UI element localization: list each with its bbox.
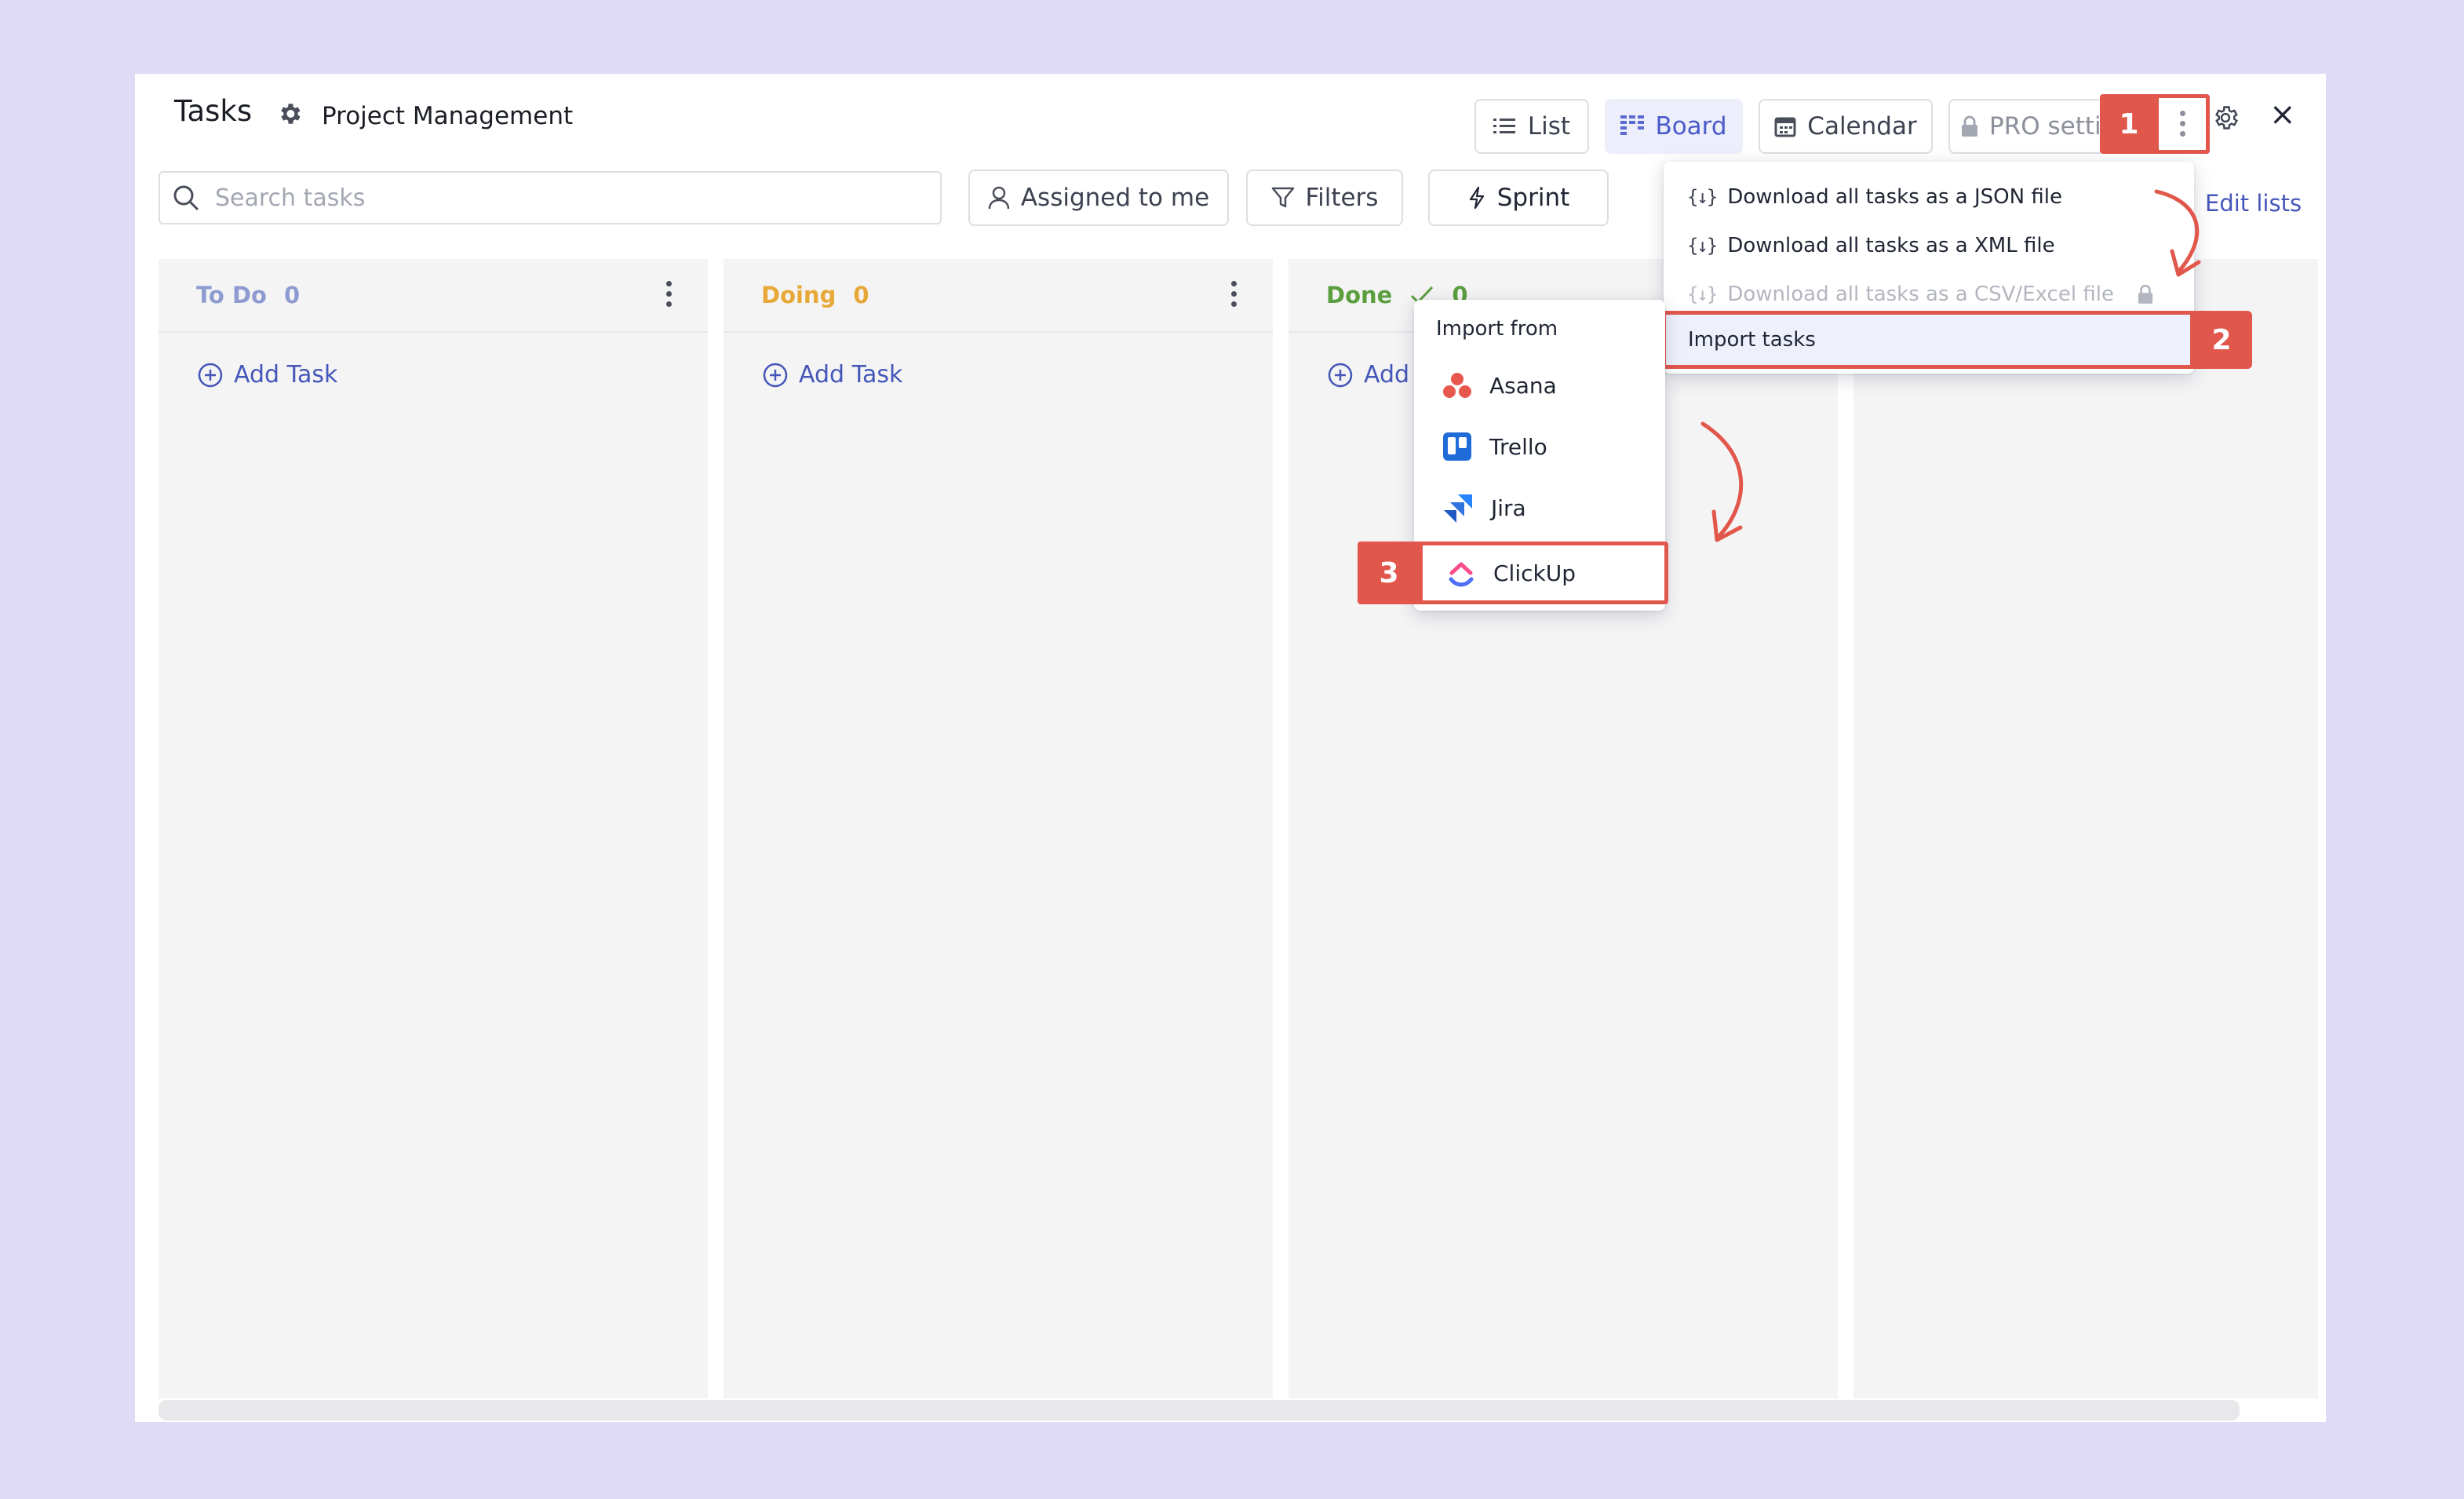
jira-icon <box>1444 494 1472 523</box>
pro-settings-button[interactable]: PRO settin <box>1948 99 2105 154</box>
add-task-label: Add <box>1364 361 1410 388</box>
settings-icon[interactable] <box>2211 104 2240 132</box>
step-1-badge: 1 <box>2100 94 2158 154</box>
menu-item-label: Download all tasks as a JSON file <box>1727 185 2062 209</box>
column-header: To Do 0 <box>159 259 708 333</box>
menu-item-download-csv: {↓} Download all tasks as a CSV/Excel fi… <box>1664 275 2194 314</box>
filters-label: Filters <box>1305 184 1379 212</box>
step-2-badge: 2 <box>2191 311 2252 369</box>
import-item-label: Jira <box>1491 494 1526 521</box>
view-list-label: List <box>1527 112 1571 140</box>
annotation-arrow-2 <box>1700 421 1744 542</box>
clickup-icon <box>1449 562 1474 587</box>
assigned-to-me-button[interactable]: Assigned to me <box>968 170 1229 226</box>
page-title: Tasks <box>174 94 253 128</box>
import-item-label: Trello <box>1489 433 1547 460</box>
menu-item-label: Import tasks <box>1688 328 1816 352</box>
sprint-button[interactable]: Sprint <box>1428 170 1609 226</box>
step-3-badge: 3 <box>1358 542 1420 604</box>
add-task-button[interactable]: Add Task <box>198 361 337 388</box>
import-from-heading: Import from <box>1436 317 1558 341</box>
import-trello[interactable]: Trello <box>1414 416 1665 477</box>
column-title: Doing <box>761 282 837 308</box>
import-jira[interactable]: Jira <box>1414 477 1665 538</box>
download-icon: {↓} <box>1687 283 1718 305</box>
pro-settings-label: PRO settin <box>1989 112 2105 140</box>
calendar-icon <box>1774 117 1796 137</box>
import-item-label: Asana <box>1489 372 1557 399</box>
column-header: Doing 0 <box>724 259 1273 333</box>
search-input[interactable] <box>213 183 939 213</box>
view-board-button[interactable]: Board <box>1605 99 1743 154</box>
menu-item-download-json[interactable]: {↓} Download all tasks as a JSON file <box>1664 177 2194 217</box>
import-clickup[interactable]: ClickUp <box>1419 542 1668 604</box>
add-task-button[interactable]: Add Task <box>763 361 902 388</box>
lightning-icon <box>1469 186 1484 210</box>
gear-icon[interactable] <box>276 100 303 127</box>
user-icon <box>988 186 1010 210</box>
import-asana[interactable]: Asana <box>1414 355 1665 416</box>
asana-icon <box>1443 373 1471 398</box>
filters-button[interactable]: Filters <box>1246 170 1403 226</box>
import-item-label: ClickUp <box>1493 560 1576 586</box>
trello-icon <box>1443 432 1471 461</box>
close-icon[interactable]: × <box>2269 96 2296 133</box>
view-board-label: Board <box>1655 112 1727 140</box>
board-icon <box>1620 115 1645 135</box>
list-icon <box>1493 119 1515 133</box>
horizontal-scrollbar[interactable] <box>159 1400 2240 1421</box>
filter-icon <box>1271 187 1294 208</box>
lock-icon <box>1962 115 1977 137</box>
column-menu-icon[interactable] <box>664 281 673 309</box>
column-title: To Do <box>196 282 267 308</box>
plus-circle-icon <box>763 363 788 387</box>
download-icon: {↓} <box>1687 235 1718 257</box>
project-name[interactable]: Project Management <box>322 102 573 130</box>
annotation-arrow-1 <box>2154 189 2201 277</box>
add-task-button[interactable]: Add <box>1328 361 1409 388</box>
column-count: 0 <box>853 282 869 308</box>
sprint-label: Sprint <box>1496 184 1570 212</box>
view-list-button[interactable]: List <box>1474 99 1589 154</box>
column-doing: Doing 0 Add Task <box>724 259 1273 1399</box>
view-calendar-label: Calendar <box>1807 112 1917 140</box>
column-todo: To Do 0 Add Task <box>159 259 708 1399</box>
column-count: 0 <box>283 282 301 308</box>
menu-item-label: Download all tasks as a XML file <box>1727 234 2055 257</box>
search-box[interactable] <box>159 171 942 224</box>
menu-item-download-xml[interactable]: {↓} Download all tasks as a XML file <box>1664 226 2194 265</box>
view-calendar-button[interactable]: Calendar <box>1759 99 1933 154</box>
column-title: Done <box>1326 282 1393 308</box>
add-task-label: Add Task <box>234 361 338 388</box>
more-options-button[interactable] <box>2155 94 2210 154</box>
menu-item-label: Download all tasks as a CSV/Excel file <box>1727 283 2114 306</box>
plus-circle-icon <box>198 363 223 387</box>
add-task-label: Add Task <box>799 361 903 388</box>
plus-circle-icon <box>1328 363 1353 387</box>
column-menu-icon[interactable] <box>1229 281 1238 309</box>
kebab-icon <box>2178 111 2187 137</box>
assigned-label: Assigned to me <box>1020 184 1210 212</box>
column-empty <box>1853 259 2318 1399</box>
download-icon: {↓} <box>1687 186 1718 208</box>
search-icon <box>173 185 199 211</box>
menu-item-import-tasks[interactable]: Import tasks <box>1662 311 2194 369</box>
